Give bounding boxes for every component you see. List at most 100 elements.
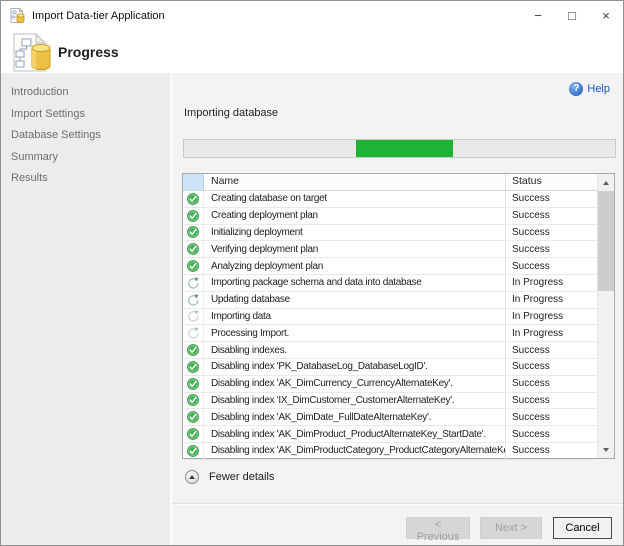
table-row[interactable]: Verifying deployment plan Success — [183, 241, 597, 258]
wizard-header: Progress — [1, 31, 623, 73]
row-status: In Progress — [506, 309, 597, 325]
data-tier-application-icon — [11, 32, 55, 77]
row-status: Success — [506, 359, 597, 375]
sidebar-item-results[interactable]: Results — [1, 168, 170, 190]
in-progress-icon — [183, 292, 204, 308]
footer-divider — [172, 503, 623, 505]
maximize-button[interactable]: □ — [555, 1, 589, 31]
success-icon — [183, 443, 204, 459]
chevron-down-icon — [603, 448, 609, 452]
progress-bar — [183, 139, 616, 158]
row-status: In Progress — [506, 292, 597, 308]
success-icon — [183, 191, 204, 207]
table-header: Name Status — [183, 174, 597, 191]
table-row[interactable]: Updating database In Progress — [183, 292, 597, 309]
status-column-header[interactable]: Status — [506, 174, 597, 190]
scroll-up-button[interactable] — [598, 174, 614, 191]
row-status: Success — [506, 409, 597, 425]
sidebar-item-summary[interactable]: Summary — [1, 147, 170, 169]
table-row[interactable]: Creating database on target Success — [183, 191, 597, 208]
table-body: Creating database on target Success Crea… — [183, 191, 597, 460]
row-name: Disabling index 'AK_DimProductCategory_P… — [204, 443, 506, 459]
row-name: Disabling index 'AK_DimDate_FullDateAlte… — [204, 409, 506, 425]
fewer-details-label: Fewer details — [209, 471, 274, 483]
table-row[interactable]: Creating deployment plan Success — [183, 208, 597, 225]
row-status: Success — [506, 443, 597, 459]
success-icon — [183, 409, 204, 425]
row-name: Creating deployment plan — [204, 208, 506, 224]
vertical-scrollbar[interactable] — [597, 174, 614, 458]
table-row[interactable]: Disabling indexes. Success — [183, 342, 597, 359]
table-row[interactable]: Analyzing deployment plan Success — [183, 258, 597, 275]
success-icon — [183, 359, 204, 375]
chevron-up-icon — [603, 181, 609, 185]
row-name: Disabling index 'IX_DimCustomer_Customer… — [204, 393, 506, 409]
success-icon — [183, 426, 204, 442]
name-column-header[interactable]: Name — [204, 174, 506, 190]
app-icon — [10, 8, 26, 24]
row-name: Disabling index 'AK_DimCurrency_Currency… — [204, 376, 506, 392]
in-progress-light-icon — [183, 325, 204, 341]
page-title: Progress — [58, 31, 119, 73]
help-icon: ? — [569, 82, 583, 96]
main-panel: ? Help Importing database Name Status Cr… — [172, 73, 623, 545]
table-row[interactable]: Disabling index 'AK_DimDate_FullDateAlte… — [183, 409, 597, 426]
row-name: Disabling indexes. — [204, 342, 506, 358]
table-row[interactable]: Disabling index 'AK_DimProduct_ProductAl… — [183, 426, 597, 443]
minimize-button[interactable]: − — [521, 1, 555, 31]
row-name: Initializing deployment — [204, 225, 506, 241]
fewer-details-toggle[interactable]: Fewer details — [185, 470, 274, 484]
scroll-down-button[interactable] — [598, 441, 614, 458]
row-status: Success — [506, 225, 597, 241]
window-controls: − □ × — [521, 1, 623, 31]
window-title: Import Data-tier Application — [32, 1, 165, 31]
row-status: In Progress — [506, 275, 597, 291]
table-row[interactable]: Disabling index 'AK_DimProductCategory_P… — [183, 443, 597, 460]
row-name: Creating database on target — [204, 191, 506, 207]
scrollbar-thumb[interactable] — [598, 191, 614, 291]
icon-column-header[interactable] — [183, 174, 204, 190]
help-link[interactable]: ? Help — [569, 82, 610, 96]
success-icon — [183, 258, 204, 274]
import-data-tier-application-dialog: Import Data-tier Application − □ × Progr… — [0, 0, 624, 546]
row-name: Updating database — [204, 292, 506, 308]
table-row[interactable]: Initializing deployment Success — [183, 225, 597, 242]
wizard-steps-sidebar: Introduction Import Settings Database Se… — [1, 73, 171, 545]
sidebar-item-import-settings[interactable]: Import Settings — [1, 104, 170, 126]
table-row[interactable]: Importing package schema and data into d… — [183, 275, 597, 292]
row-status: Success — [506, 191, 597, 207]
table-row[interactable]: Processing Import. In Progress — [183, 325, 597, 342]
in-progress-icon — [183, 275, 204, 291]
row-name: Verifying deployment plan — [204, 241, 506, 257]
row-name: Disabling index 'AK_DimProduct_ProductAl… — [204, 426, 506, 442]
row-status: Success — [506, 342, 597, 358]
row-status: Success — [506, 258, 597, 274]
sidebar-item-database-settings[interactable]: Database Settings — [1, 125, 170, 147]
row-name: Importing package schema and data into d… — [204, 275, 506, 291]
row-name: Processing Import. — [204, 325, 506, 341]
success-icon — [183, 225, 204, 241]
progress-chunk — [356, 140, 453, 157]
row-status: Success — [506, 393, 597, 409]
success-icon — [183, 393, 204, 409]
previous-button[interactable]: < Previous — [406, 517, 470, 539]
table-row[interactable]: Disabling index 'IX_DimCustomer_Customer… — [183, 393, 597, 410]
success-icon — [183, 342, 204, 358]
table-row[interactable]: Disabling index 'AK_DimCurrency_Currency… — [183, 376, 597, 393]
row-status: Success — [506, 241, 597, 257]
table-row[interactable]: Importing data In Progress — [183, 309, 597, 326]
success-icon — [183, 241, 204, 257]
help-label: Help — [587, 83, 610, 95]
next-button[interactable]: Next > — [480, 517, 542, 539]
sidebar-item-introduction[interactable]: Introduction — [1, 82, 170, 104]
cancel-button[interactable]: Cancel — [553, 517, 612, 539]
table-row[interactable]: Disabling index 'PK_DatabaseLog_Database… — [183, 359, 597, 376]
collapse-details-icon — [185, 470, 199, 484]
importing-database-label: Importing database — [184, 107, 278, 119]
close-button[interactable]: × — [589, 1, 623, 31]
success-icon — [183, 208, 204, 224]
row-name: Analyzing deployment plan — [204, 258, 506, 274]
row-name: Disabling index 'PK_DatabaseLog_Database… — [204, 359, 506, 375]
row-status: Success — [506, 208, 597, 224]
row-status: Success — [506, 376, 597, 392]
